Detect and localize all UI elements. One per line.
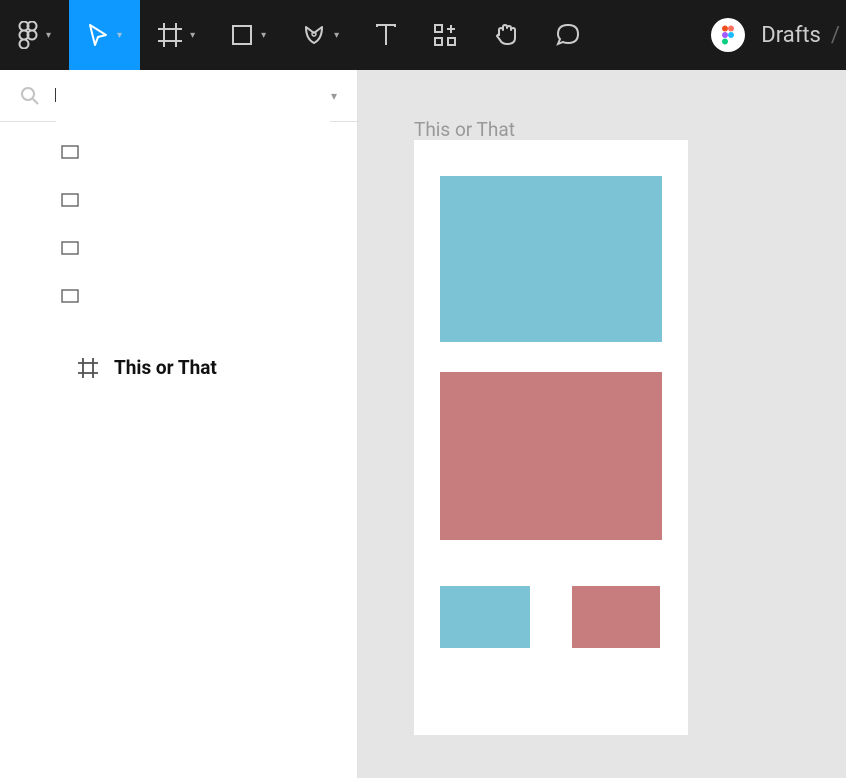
- layer-tree: This or That That Button This Button Tha…: [0, 122, 357, 320]
- this-button-shape[interactable]: [440, 586, 530, 648]
- frame-tool-button[interactable]: ▾: [140, 0, 213, 70]
- chevron-down-icon: ▾: [117, 30, 122, 41]
- rectangle-icon: [60, 286, 80, 306]
- comment-icon: [555, 22, 581, 48]
- resources-icon: [433, 23, 457, 47]
- frame-label[interactable]: This or That: [414, 118, 515, 141]
- figma-menu-button[interactable]: ▾: [0, 0, 69, 70]
- chevron-down-icon: ▾: [331, 89, 337, 103]
- chevron-down-icon: ▾: [190, 30, 195, 41]
- comment-tool-button[interactable]: [537, 0, 599, 70]
- figma-logo-icon: [721, 25, 735, 45]
- text-tool-button[interactable]: [357, 0, 415, 70]
- rectangle-icon: [60, 190, 80, 210]
- canvas-frame[interactable]: [414, 140, 688, 735]
- toolbar: ▾ ▾ ▾ ▾: [0, 0, 846, 70]
- text-icon: [375, 23, 397, 47]
- pen-icon: [302, 23, 326, 47]
- resources-tool-button[interactable]: [415, 0, 475, 70]
- that-image-shape[interactable]: [440, 372, 662, 540]
- canvas[interactable]: This or That: [358, 70, 846, 778]
- chevron-down-icon: ▾: [334, 30, 339, 41]
- rectangle-icon: [231, 24, 253, 46]
- frame-icon: [78, 358, 98, 378]
- chevron-down-icon: ▾: [46, 30, 51, 41]
- chevron-down-icon: ▾: [261, 30, 266, 41]
- breadcrumb-separator: /: [831, 23, 840, 48]
- move-tool-button[interactable]: ▾: [69, 0, 140, 70]
- user-avatar[interactable]: [711, 18, 745, 52]
- frame-icon: [158, 23, 182, 47]
- figma-icon: [18, 21, 38, 49]
- rectangle-icon: [60, 238, 80, 258]
- rectangle-icon: [60, 142, 80, 162]
- layer-label: This or That: [114, 356, 217, 379]
- shape-tool-button[interactable]: ▾: [213, 0, 284, 70]
- that-button-shape[interactable]: [572, 586, 660, 648]
- hand-icon: [493, 22, 519, 48]
- sidebar: Layers Assets Page 1 ▾ This or That: [0, 70, 358, 778]
- search-icon[interactable]: [20, 86, 40, 106]
- hand-tool-button[interactable]: [475, 0, 537, 70]
- layer-frame[interactable]: This or That: [56, 70, 330, 665]
- cursor-icon: [87, 23, 109, 47]
- breadcrumb-location[interactable]: Drafts: [761, 23, 821, 48]
- pen-tool-button[interactable]: ▾: [284, 0, 357, 70]
- this-image-shape[interactable]: [440, 176, 662, 342]
